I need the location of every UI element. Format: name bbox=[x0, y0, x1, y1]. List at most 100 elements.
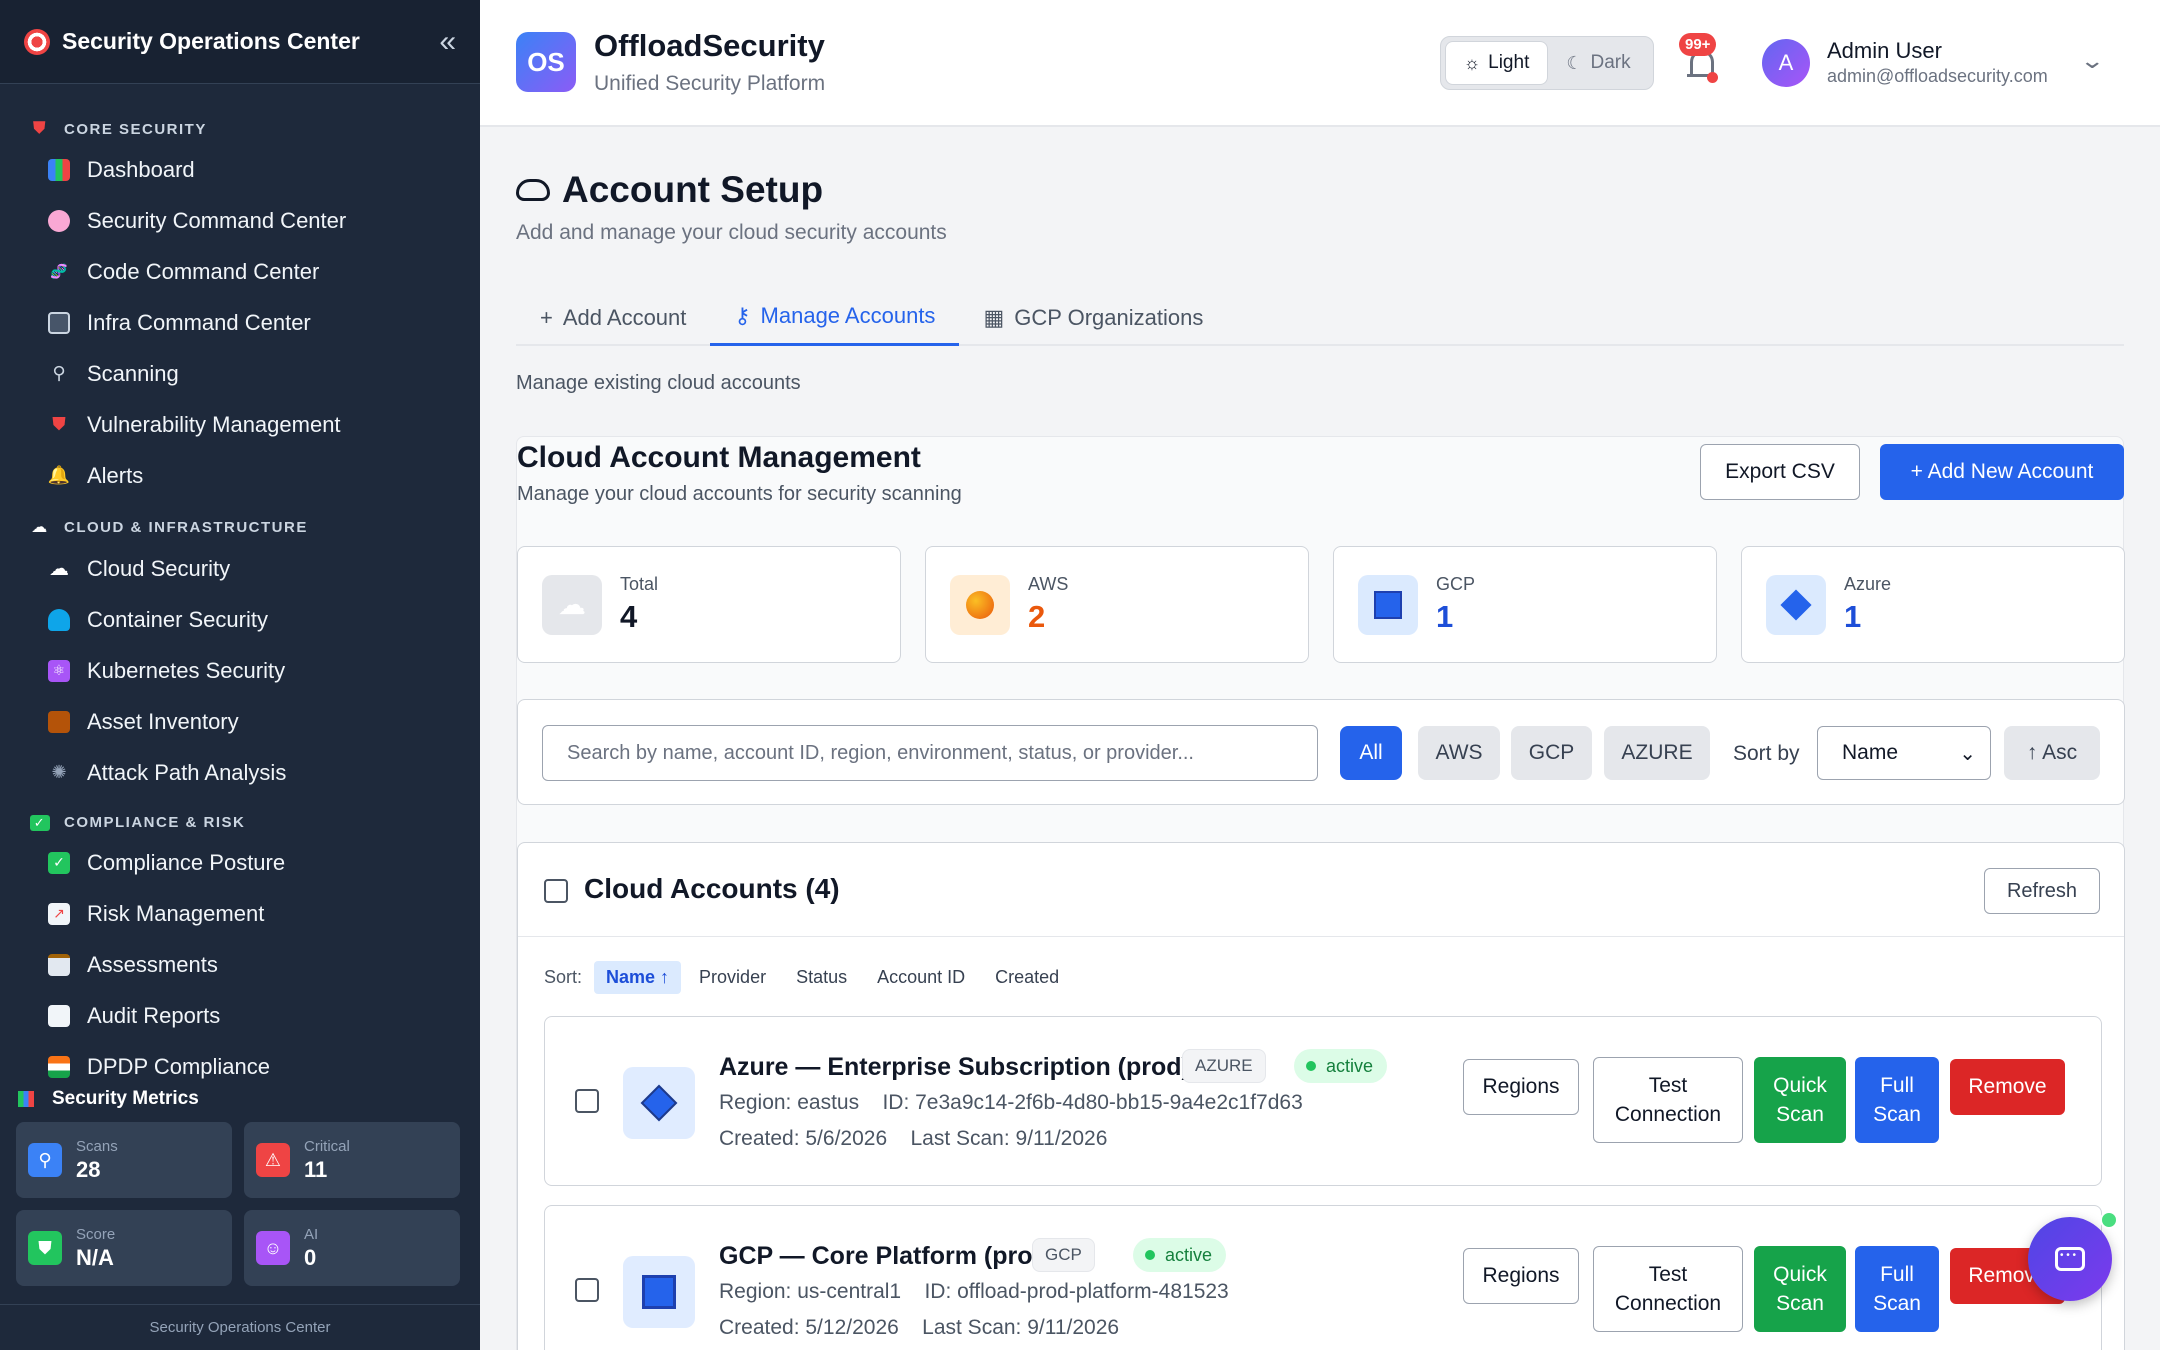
sort-account-id[interactable]: Account ID bbox=[865, 961, 977, 994]
sort-status[interactable]: Status bbox=[784, 961, 859, 994]
stat-value: 2 bbox=[1028, 599, 1046, 634]
metric-label: Score bbox=[76, 1225, 116, 1243]
regions-button[interactable]: Regions bbox=[1463, 1248, 1579, 1304]
full-scan-button[interactable]: Full Scan bbox=[1855, 1057, 1939, 1143]
sidebar-item-risk-management[interactable]: ↗ Risk Management bbox=[0, 888, 480, 939]
sidebar-item-asset-inventory[interactable]: Asset Inventory bbox=[0, 696, 480, 747]
search-input[interactable] bbox=[542, 725, 1318, 781]
sun-icon: ☼ bbox=[1463, 52, 1481, 73]
user-name[interactable]: Admin User bbox=[1827, 38, 1942, 64]
sort-direction-button[interactable]: ↑ Asc bbox=[2004, 726, 2100, 780]
sidebar-item-compliance-posture[interactable]: ✓ Compliance Posture bbox=[0, 837, 480, 888]
button-line: Scan bbox=[1873, 1103, 1921, 1126]
account-checkbox[interactable] bbox=[575, 1089, 599, 1113]
account-id: ID: 7e3a9c14-2f6b-4d80-bb15-9a4e2c1f7d63 bbox=[882, 1091, 1303, 1114]
theme-light-label: Light bbox=[1488, 52, 1530, 73]
button-line: Scan bbox=[1776, 1103, 1824, 1126]
avatar[interactable]: A bbox=[1762, 39, 1810, 87]
azure-icon bbox=[623, 1067, 695, 1139]
sidebar-item-infra-command-center[interactable]: Infra Command Center bbox=[0, 297, 480, 348]
test-connection-button[interactable]: Test Connection bbox=[1593, 1246, 1743, 1332]
sidebar-item-assessments[interactable]: Assessments bbox=[0, 939, 480, 990]
page-header: Account Setup bbox=[516, 169, 823, 211]
button-line: Connection bbox=[1614, 1292, 1722, 1315]
sidebar-nav: ⛊ CORE SECURITY Dashboard Security Comma… bbox=[0, 84, 480, 1084]
sidebar-header: Security Operations Center « bbox=[0, 0, 480, 84]
robot-icon: ☺ bbox=[256, 1231, 290, 1265]
account-details: Region: us-central1 ID: offload-prod-pla… bbox=[719, 1280, 1229, 1304]
remove-button[interactable]: Remove bbox=[1950, 1059, 2065, 1115]
sidebar-item-security-command-center[interactable]: Security Command Center bbox=[0, 195, 480, 246]
section-cloud-infrastructure: ☁ CLOUD & INFRASTRUCTURE bbox=[0, 507, 480, 543]
tab-label: Manage Accounts bbox=[760, 303, 936, 328]
quick-scan-button[interactable]: Quick Scan bbox=[1754, 1246, 1846, 1332]
sort-select[interactable]: Name ⌄ bbox=[1817, 726, 1991, 780]
tab-manage-accounts[interactable]: ⚷ Manage Accounts bbox=[710, 289, 960, 346]
sort-name[interactable]: Name ↑ bbox=[594, 961, 682, 994]
sidebar-item-audit-reports[interactable]: Audit Reports bbox=[0, 990, 480, 1041]
whale-icon bbox=[48, 608, 70, 631]
theme-light-button[interactable]: ☼ Light bbox=[1445, 41, 1548, 85]
account-checkbox[interactable] bbox=[575, 1278, 599, 1302]
filter-azure[interactable]: AZURE bbox=[1604, 726, 1710, 780]
theme-dark-button[interactable]: ☾ Dark bbox=[1548, 41, 1649, 85]
target-icon bbox=[24, 28, 50, 55]
select-all-checkbox[interactable] bbox=[544, 879, 568, 903]
sidebar-item-container-security[interactable]: Container Security bbox=[0, 594, 480, 645]
brand-logo: OS bbox=[516, 32, 576, 92]
tab-add-account[interactable]: + Add Account bbox=[516, 289, 710, 346]
sidebar-item-dashboard[interactable]: Dashboard bbox=[0, 144, 480, 195]
collapse-sidebar-icon[interactable]: « bbox=[439, 25, 456, 59]
button-line: Full bbox=[1880, 1262, 1914, 1286]
metric-label: AI bbox=[304, 1225, 319, 1243]
sidebar-item-vulnerability-management[interactable]: ⛊ Vulnerability Management bbox=[0, 399, 480, 450]
sidebar-item-cloud-security[interactable]: ☁ Cloud Security bbox=[0, 543, 480, 594]
sidebar-item-label: Scanning bbox=[87, 360, 179, 386]
sidebar-item-code-command-center[interactable]: 🧬 Code Command Center bbox=[0, 246, 480, 297]
test-connection-button[interactable]: Test Connection bbox=[1593, 1057, 1743, 1143]
refresh-button[interactable]: Refresh bbox=[1984, 868, 2100, 914]
tab-gcp-organizations[interactable]: ▦ GCP Organizations bbox=[959, 289, 1227, 346]
network-icon: ✺ bbox=[51, 762, 67, 782]
sort-by-label: Sort by bbox=[1733, 742, 1800, 765]
chevron-down-icon[interactable]: ⌄ bbox=[2079, 48, 2105, 74]
account-card: GCP — Core Platform (prod) GCP active Re… bbox=[544, 1205, 2102, 1350]
shield-icon: ⛊ bbox=[52, 414, 66, 434]
chat-assistant-button[interactable] bbox=[2028, 1217, 2112, 1301]
shield-icon: ⛊ bbox=[28, 1231, 62, 1265]
section-label: COMPLIANCE & RISK bbox=[64, 814, 246, 831]
sort-provider[interactable]: Provider bbox=[687, 961, 778, 994]
quick-scan-button[interactable]: Quick Scan bbox=[1754, 1057, 1846, 1143]
security-metrics-title: Security Metrics bbox=[0, 1080, 480, 1118]
sidebar-item-attack-path-analysis[interactable]: ✺ Attack Path Analysis bbox=[0, 747, 480, 798]
panel-subtitle: Manage your cloud accounts for security … bbox=[517, 483, 962, 505]
dna-icon: 🧬 bbox=[50, 263, 68, 279]
sidebar-item-alerts[interactable]: 🔔 Alerts bbox=[0, 450, 480, 501]
sidebar-item-scanning[interactable]: ⚲ Scanning bbox=[0, 348, 480, 399]
status-badge: active bbox=[1294, 1049, 1388, 1083]
status-label: active bbox=[1165, 1244, 1213, 1265]
add-new-account-button[interactable]: + Add New Account bbox=[1880, 444, 2124, 500]
sort-created[interactable]: Created bbox=[983, 961, 1071, 994]
sidebar-item-label: Cloud Security bbox=[87, 555, 231, 581]
button-line: Scan bbox=[1776, 1292, 1824, 1315]
sidebar-item-label: Alerts bbox=[87, 462, 144, 488]
account-card: Azure — Enterprise Subscription (prod) A… bbox=[544, 1016, 2102, 1186]
cloud-icon bbox=[516, 179, 550, 201]
filter-aws[interactable]: AWS bbox=[1418, 726, 1500, 780]
filter-all[interactable]: All bbox=[1340, 726, 1402, 780]
full-scan-button[interactable]: Full Scan bbox=[1855, 1246, 1939, 1332]
regions-button[interactable]: Regions bbox=[1463, 1059, 1579, 1115]
sidebar-item-dpdp-compliance[interactable]: DPDP Compliance bbox=[0, 1041, 480, 1084]
metrics-title-label: Security Metrics bbox=[52, 1088, 199, 1109]
bar-chart-icon bbox=[18, 1091, 34, 1107]
chat-icon bbox=[2055, 1247, 2085, 1271]
export-csv-button[interactable]: Export CSV bbox=[1700, 444, 1860, 500]
document-icon bbox=[48, 1004, 70, 1027]
filter-gcp[interactable]: GCP bbox=[1511, 726, 1592, 780]
metric-label: Critical bbox=[304, 1137, 350, 1155]
sidebar-item-kubernetes-security[interactable]: ⚛ Kubernetes Security bbox=[0, 645, 480, 696]
account-name: Azure — Enterprise Subscription (prod) bbox=[719, 1053, 1190, 1081]
user-email: admin@offloadsecurity.com bbox=[1827, 66, 2048, 86]
account-last-scan: Last Scan: 9/11/2026 bbox=[910, 1127, 1108, 1150]
